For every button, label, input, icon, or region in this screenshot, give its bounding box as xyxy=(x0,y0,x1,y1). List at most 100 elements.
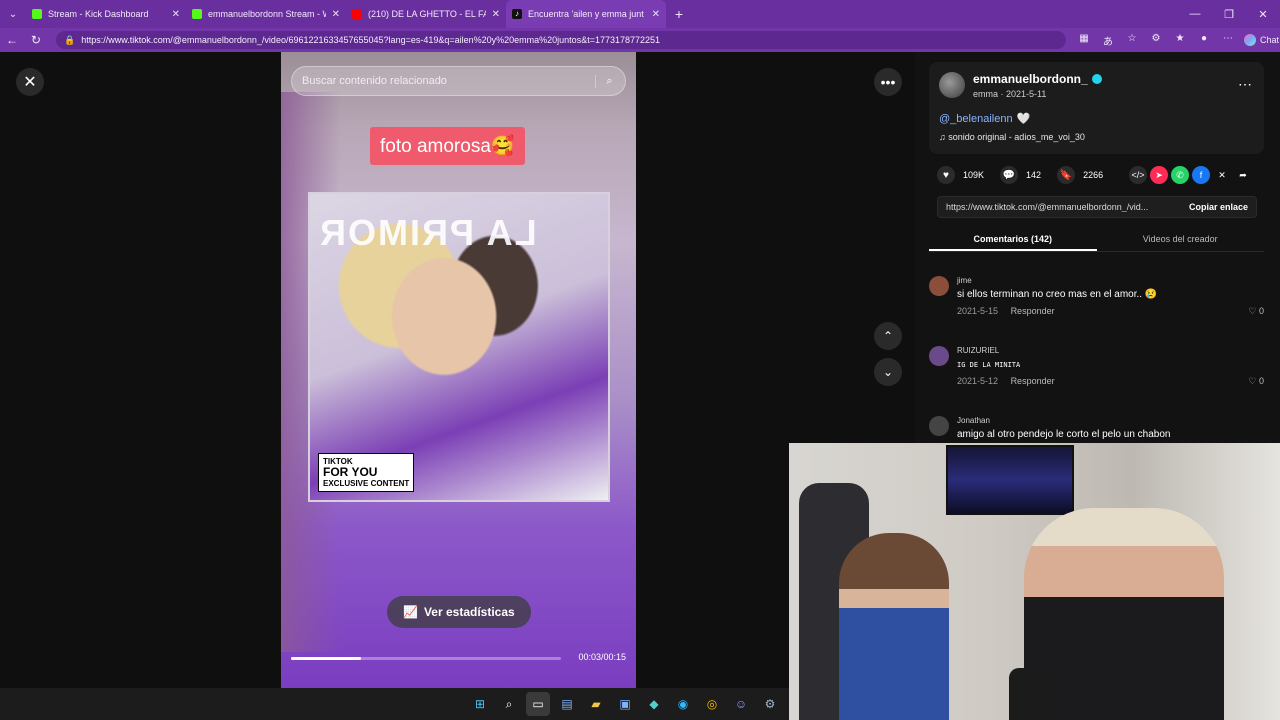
translate-icon[interactable]: あ xyxy=(1096,33,1120,48)
search-icon[interactable]: ⌕ xyxy=(497,692,521,716)
avatar[interactable] xyxy=(939,72,965,98)
comment-avatar[interactable] xyxy=(929,276,949,296)
comment-user[interactable]: Jonathan xyxy=(957,416,990,425)
comment-like-count: 0 xyxy=(1258,306,1264,316)
vpn-icon[interactable]: ◆ xyxy=(642,692,666,716)
reload-icon[interactable]: ↻ xyxy=(24,33,48,47)
stamp-line2: FOR YOU xyxy=(323,465,378,479)
copy-link-button[interactable]: Copiar enlace xyxy=(1181,202,1256,212)
widgets-icon[interactable]: ▤ xyxy=(555,692,579,716)
extensions-icon[interactable]: ⚙ xyxy=(1144,33,1168,48)
comment-item: jime si ellos terminan no creo mas en el… xyxy=(929,276,1264,340)
share-arrow-icon[interactable]: ➦ xyxy=(1234,166,1252,184)
webcam-overlay xyxy=(789,443,1280,720)
bookmark-icon[interactable]: 🔖 xyxy=(1057,166,1076,184)
favorites-icon[interactable]: ★ xyxy=(1168,33,1192,48)
store-icon[interactable]: ▣ xyxy=(613,692,637,716)
like-heart-icon[interactable]: ♥ xyxy=(937,166,955,184)
comment-avatar[interactable] xyxy=(929,416,949,436)
comment-user[interactable]: RUIZURIEL xyxy=(957,346,999,355)
new-tab-icon[interactable]: + xyxy=(666,6,692,22)
apps-icon[interactable]: ▦ xyxy=(1072,33,1096,48)
tab-title: (210) DE LA GHETTO - EL FATHER xyxy=(368,9,486,19)
chat-button[interactable]: Chat xyxy=(1244,34,1279,46)
previous-video-icon[interactable]: ⌃ xyxy=(874,322,902,350)
tab-youtube[interactable]: (210) DE LA GHETTO - EL FATHER ✕ xyxy=(346,0,506,28)
tab-kick-dashboard[interactable]: Stream - Kick Dashboard ✕ xyxy=(26,0,186,28)
progress-bar[interactable] xyxy=(291,657,561,660)
chrome-icon[interactable]: ◎ xyxy=(700,692,724,716)
tab-title: Stream - Kick Dashboard xyxy=(48,9,149,19)
comment-item: RUIZURIEL IG DE LA MINITA 2021-5-12 Resp… xyxy=(929,346,1264,410)
comment-icon[interactable]: 💬 xyxy=(1000,166,1019,184)
back-icon[interactable]: ← xyxy=(0,33,24,47)
close-icon[interactable]: ✕ xyxy=(652,9,660,20)
more-options-icon[interactable]: ••• xyxy=(874,68,902,96)
video-link[interactable]: https://www.tiktok.com/@emmanuelbordonn_… xyxy=(938,202,1181,212)
x-icon[interactable]: ✕ xyxy=(1213,166,1231,184)
heart-outline-icon: ♡ xyxy=(1248,306,1257,316)
task-view-icon[interactable]: ▭ xyxy=(526,692,550,716)
steam-icon[interactable]: ⚙ xyxy=(758,692,782,716)
author-username[interactable]: emmanuelbordonn_ xyxy=(973,72,1102,86)
send-icon[interactable]: ➤ xyxy=(1150,166,1168,184)
reply-button[interactable]: Responder xyxy=(1011,376,1055,386)
comment-text: amigo al otro pendejo le corto el pelo u… xyxy=(957,429,1171,440)
window-controls: — ❐ ✕ xyxy=(1178,8,1280,21)
close-window-icon[interactable]: ✕ xyxy=(1246,8,1280,21)
url-text: https://www.tiktok.com/@emmanuelbordonn_… xyxy=(81,35,661,45)
related-search-input[interactable]: Buscar contenido relacionado ⌕ xyxy=(291,66,626,96)
comment-text: IG DE LA MINITA xyxy=(957,361,1021,369)
file-explorer-icon[interactable]: ▰ xyxy=(584,692,608,716)
tab-comments[interactable]: Comentarios (142) xyxy=(929,228,1097,251)
view-stats-button[interactable]: 📈 Ver estadísticas xyxy=(387,596,531,628)
tab-kick-stream[interactable]: emmanuelbordonn Stream - Watc ✕ xyxy=(186,0,346,28)
close-icon[interactable]: ✕ xyxy=(492,9,500,20)
restore-icon[interactable]: ❐ xyxy=(1212,8,1246,21)
tab-menu-icon[interactable]: ⌄ xyxy=(0,0,26,28)
toolbar-icons: ▦ あ ☆ ⚙ ★ ● ⋯ xyxy=(1072,33,1240,48)
minimize-icon[interactable]: — xyxy=(1178,8,1212,21)
close-icon[interactable]: ✕ xyxy=(332,9,340,20)
webcam-person-left xyxy=(839,533,949,720)
embed-icon[interactable]: </> xyxy=(1129,166,1147,184)
sound-line[interactable]: ♫ sonido original - adios_me_voi_30 xyxy=(939,132,1085,142)
next-video-icon[interactable]: ⌄ xyxy=(874,358,902,386)
search-icon[interactable]: ⌕ xyxy=(595,74,615,88)
whatsapp-icon[interactable]: ✆ xyxy=(1171,166,1189,184)
author-subline: emma · 2021-5-11 xyxy=(973,89,1047,99)
windows-taskbar: ⊞ ⌕ ▭ ▤ ▰ ▣ ◆ ◉ ◎ ☺ ⚙ xyxy=(0,688,789,720)
profile-icon[interactable]: ● xyxy=(1192,33,1216,48)
engagement-bar: ♥ 109K 💬 142 🔖 2266 xyxy=(937,166,1111,184)
reply-button[interactable]: Responder xyxy=(1011,306,1055,316)
comment-meta: 2021-5-12 Responder xyxy=(957,376,1055,386)
close-video-icon[interactable]: ✕ xyxy=(16,68,44,96)
share-icons: </> ➤ ✆ f ✕ ➦ xyxy=(1129,166,1252,184)
edge-icon[interactable]: ◉ xyxy=(671,692,695,716)
taskbar-icons: ⊞ ⌕ ▭ ▤ ▰ ▣ ◆ ◉ ◎ ☺ ⚙ xyxy=(468,692,782,716)
facebook-icon[interactable]: f xyxy=(1192,166,1210,184)
video-area: ✕ Buscar contenido relacionado ⌕ foto am… xyxy=(0,52,915,688)
comment-like[interactable]: ♡ 0 xyxy=(1248,306,1264,317)
author-card: emmanuelbordonn_ emma · 2021-5-11 ⋯ @_be… xyxy=(929,62,1264,154)
tab-tiktok[interactable]: ♪ Encuentra 'ailen y emma junt ✕ xyxy=(506,0,666,28)
webcam-person-right xyxy=(1024,508,1224,720)
windows-start-icon[interactable]: ⊞ xyxy=(468,692,492,716)
comment-count: 142 xyxy=(1026,170,1042,180)
close-icon[interactable]: ✕ xyxy=(172,9,180,20)
url-field[interactable]: 🔒 https://www.tiktok.com/@emmanuelbordon… xyxy=(56,31,1066,49)
card-more-icon[interactable]: ⋯ xyxy=(1238,76,1252,93)
comment-like[interactable]: ♡ 0 xyxy=(1248,376,1264,387)
video-player[interactable]: Buscar contenido relacionado ⌕ foto amor… xyxy=(281,52,636,688)
discord-icon[interactable]: ☺ xyxy=(729,692,753,716)
mention-link[interactable]: @_belenailenn xyxy=(939,113,1013,125)
comment-avatar[interactable] xyxy=(929,346,949,366)
webcam-microphone xyxy=(1009,668,1049,720)
comment-user[interactable]: jime xyxy=(957,276,972,285)
lock-icon: 🔒 xyxy=(64,34,76,45)
comment-date: 2021-5-15 xyxy=(957,306,999,316)
favorite-star-icon[interactable]: ☆ xyxy=(1120,33,1144,48)
sound-text: sonido original - adios_me_voi_30 xyxy=(948,132,1085,142)
more-menu-icon[interactable]: ⋯ xyxy=(1216,33,1240,48)
tab-creator-videos[interactable]: Videos del creador xyxy=(1097,228,1265,251)
